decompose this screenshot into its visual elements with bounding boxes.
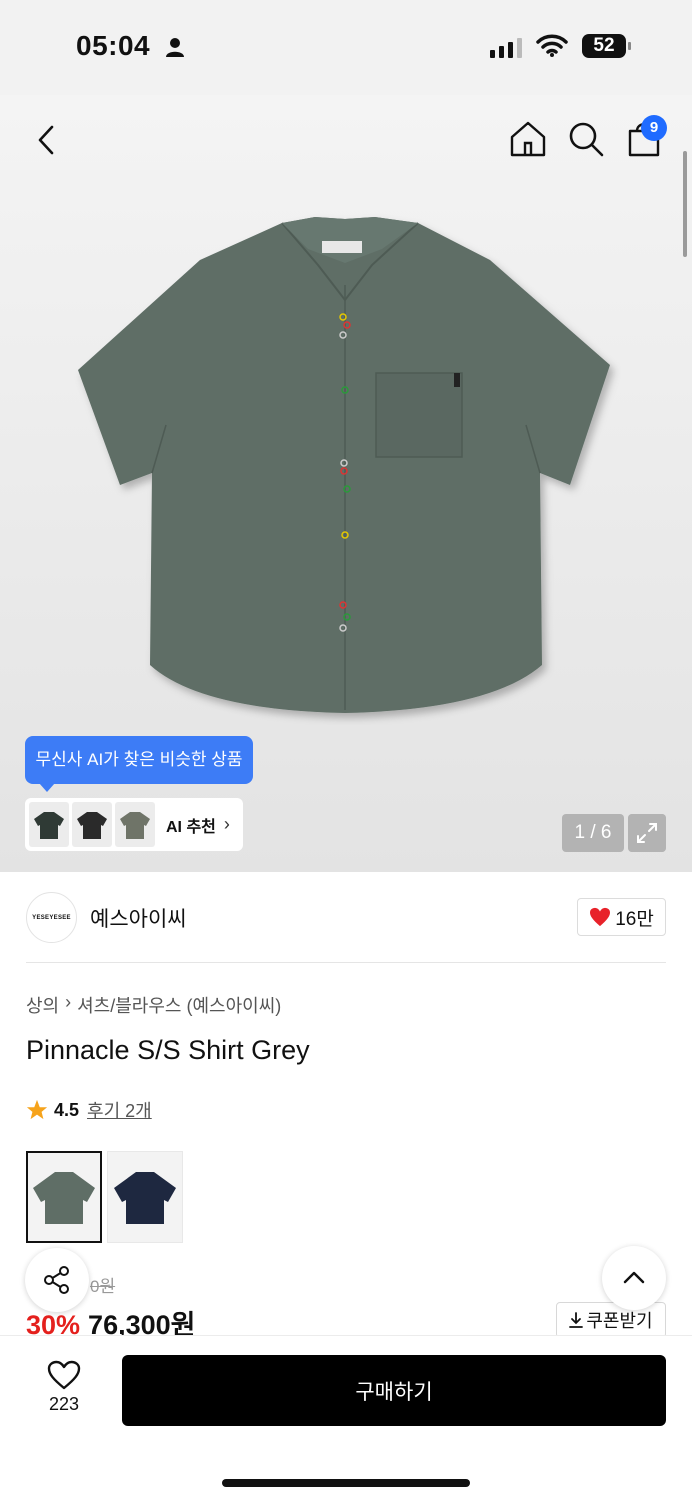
heart-outline-icon (47, 1360, 81, 1390)
brand-like-button[interactable]: 16만 (577, 898, 666, 936)
battery-indicator: 52 (582, 34, 631, 58)
heart-filled-icon (590, 907, 611, 927)
brand-like-count: 16만 (615, 908, 654, 930)
chevron-up-icon (623, 1271, 645, 1284)
star-icon (26, 1099, 48, 1120)
expand-icon[interactable] (628, 814, 666, 852)
breadcrumb-subcategory[interactable]: 셔츠/블라우스 (예스아이씨) (77, 992, 281, 1018)
wifi-icon (536, 34, 568, 57)
home-icon[interactable] (508, 119, 548, 159)
status-bar: 05:04 52 (0, 0, 692, 95)
scrollbar[interactable] (683, 151, 687, 257)
ai-thumb-2[interactable] (72, 802, 112, 847)
divider (26, 962, 666, 963)
ai-recommend-label: AI 추천 (166, 818, 216, 836)
share-icon (44, 1266, 69, 1294)
search-icon[interactable] (566, 119, 606, 159)
coupon-button[interactable]: 쿠폰받기 (556, 1302, 666, 1338)
wishlist-count: 223 (48, 1394, 80, 1414)
ai-recommend-card[interactable]: AI 추천 › (25, 798, 243, 851)
wishlist-button[interactable]: 223 (38, 1360, 90, 1415)
original-price: 0원 (90, 1277, 116, 1296)
download-icon (569, 1312, 584, 1328)
scroll-top-button[interactable] (602, 1246, 666, 1310)
ai-thumb-1[interactable] (29, 802, 69, 847)
product-gallery[interactable]: 9 무신사 AI가 찾은 비슷한 상품 AI 추천 › 1 / 6 (0, 95, 692, 872)
bottom-action-bar: 223 구매하기 (0, 1335, 692, 1500)
ai-thumb-3[interactable] (115, 802, 155, 847)
breadcrumb: 상의 › 셔츠/블라우스 (예스아이씨) (26, 992, 281, 1018)
reviews-link[interactable]: 후기 2개 (87, 1097, 152, 1123)
share-button[interactable] (25, 1248, 89, 1312)
home-indicator (222, 1479, 470, 1487)
color-option-grey[interactable] (26, 1151, 102, 1243)
cart-count-badge: 9 (641, 115, 667, 141)
rating: 4.5 후기 2개 (26, 1097, 152, 1123)
image-counter: 1 / 6 (562, 814, 624, 852)
breadcrumb-category[interactable]: 상의 (26, 992, 59, 1018)
color-option-navy[interactable] (107, 1151, 183, 1243)
coupon-label: 쿠폰받기 (586, 1311, 653, 1331)
person-icon (166, 38, 184, 57)
product-title: Pinnacle S/S Shirt Grey (26, 1035, 310, 1065)
product-image (78, 217, 610, 713)
breadcrumb-separator-icon: › (65, 992, 72, 1012)
cellular-signal-icon (490, 38, 522, 58)
brand-logo[interactable]: YESEYESEE (26, 892, 77, 943)
brand-name[interactable]: 예스아이씨 (90, 903, 187, 933)
rating-score: 4.5 (54, 1099, 80, 1120)
back-arrow-icon[interactable] (30, 123, 64, 157)
ai-similar-tooltip[interactable]: 무신사 AI가 찾은 비슷한 상품 (25, 736, 253, 792)
buy-button[interactable]: 구매하기 (122, 1355, 666, 1426)
status-time: 05:04 (76, 30, 151, 61)
chevron-right-icon: › (223, 814, 230, 834)
